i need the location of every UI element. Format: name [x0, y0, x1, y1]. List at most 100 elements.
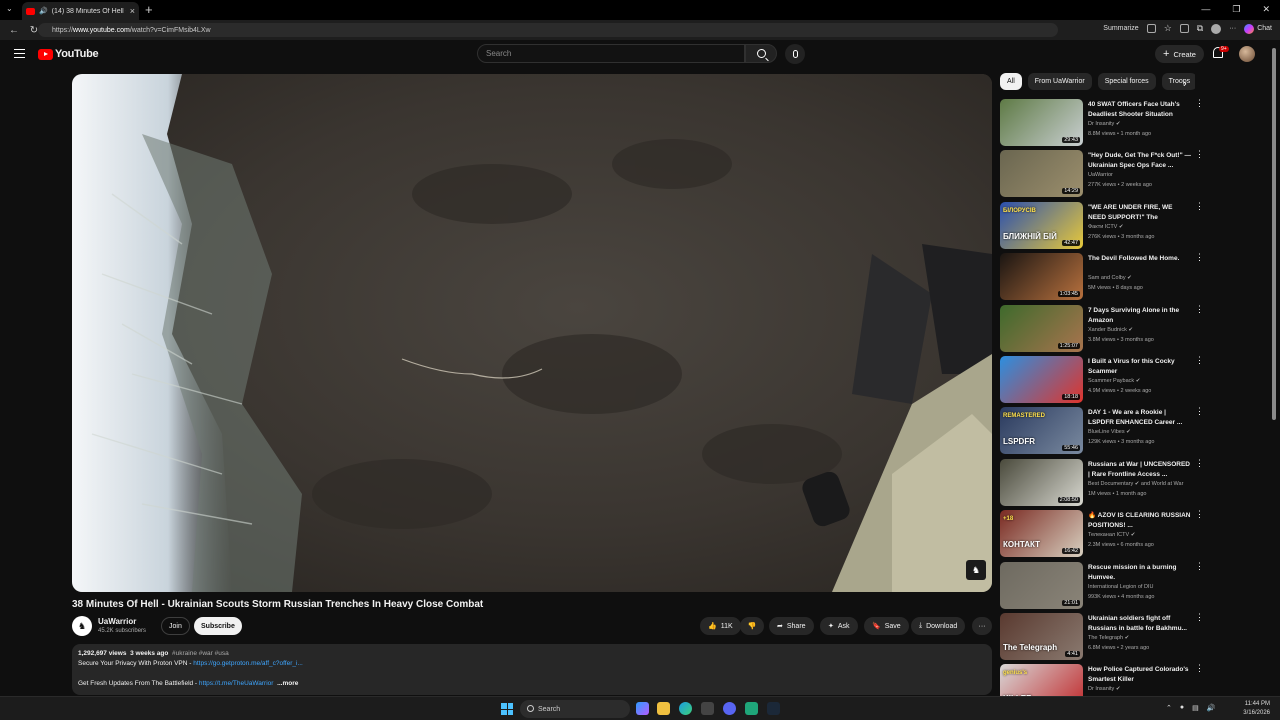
voice-search-button[interactable] — [785, 44, 805, 64]
recommended-video-title[interactable]: I Built a Virus for this Cocky Scammer — [1088, 357, 1192, 377]
recommended-channel[interactable]: BlueLine Vibes ✔ — [1088, 429, 1131, 435]
video-thumbnail[interactable]: БЛИЖНІЙ БІЙ БІЛОРУСІВ 42:47 — [1000, 201, 1083, 249]
summarize-button[interactable]: Summarize — [1103, 25, 1138, 32]
recommended-channel[interactable]: The Telegraph ✔ — [1088, 635, 1129, 641]
download-button[interactable]: ⤓ Download — [911, 617, 966, 635]
account-avatar[interactable] — [1239, 46, 1255, 62]
copilot-chat-button[interactable]: Chat — [1244, 23, 1272, 34]
file-explorer-icon[interactable] — [657, 702, 670, 715]
recommended-video[interactable]: 29:43 40 SWAT Officers Face Utah's Deadli… — [1000, 99, 1210, 147]
more-vertical-icon[interactable]: ⋮ — [1195, 458, 1204, 467]
recommended-channel[interactable]: Dr Insanity ✔ — [1088, 121, 1120, 127]
speaker-icon[interactable]: 🔊 — [39, 7, 48, 15]
video-thumbnail[interactable]: 1:25:07 — [1000, 304, 1083, 352]
recommended-video[interactable]: The Telegraph 4:41 Ukrainian soldiers figh… — [1000, 613, 1210, 661]
taskbar-clock[interactable]: 11:44 PM 3/16/2026 — [1243, 700, 1270, 718]
recommended-video-title[interactable]: 7 Days Surviving Alone in the Amazon — [1088, 306, 1192, 326]
video-thumbnail[interactable]: 2:08:50 — [1000, 458, 1083, 506]
network-icon[interactable]: ▤ — [1192, 704, 1199, 712]
recommended-video-title[interactable]: DAY 1 - We are a Rookie | LSPDFR ENHANCE… — [1088, 408, 1192, 428]
volume-icon[interactable]: 🔊 — [1207, 704, 1216, 712]
browser-tab-active[interactable]: 🔊 (14) 38 Minutes Of Hell - Ukr × — [22, 2, 139, 20]
chip-troops[interactable]: Troops — [1161, 73, 1195, 90]
video-thumbnail[interactable]: LSPDFR REMASTERED 55:46 — [1000, 407, 1083, 455]
recommended-video[interactable]: 21:01 Rescue mission in a burning Humvee.… — [1000, 561, 1210, 610]
hashtags[interactable]: #ukraine #war #usa — [172, 650, 229, 657]
show-more-button[interactable]: ...more — [277, 680, 298, 687]
more-vertical-icon[interactable]: ⋮ — [1195, 407, 1204, 416]
recommended-video-title[interactable]: 40 SWAT Officers Face Utah's Deadliest S… — [1088, 100, 1192, 120]
recommended-video-title[interactable]: 🔥 AZOV IS CLEARING RUSSIAN POSITIONS! ..… — [1088, 511, 1192, 531]
chevron-right-icon[interactable]: › — [1183, 78, 1187, 90]
more-vertical-icon[interactable]: ⋮ — [1195, 304, 1204, 313]
more-vertical-icon[interactable]: ⋮ — [1195, 150, 1204, 159]
ask-button[interactable]: ✦ Ask — [820, 617, 858, 635]
recommended-video[interactable]: 2:08:50 Russians at War | UNCENSORED | Ra… — [1000, 458, 1210, 507]
address-bar[interactable]: https://www.youtube.com/watch?v=CimFMsib… — [38, 23, 1058, 37]
recommended-video[interactable]: 18:18 I Built a Virus for this Cocky Scam… — [1000, 356, 1210, 404]
recommended-video-title[interactable]: Russians at War | UNCENSORED | Rare Fron… — [1088, 460, 1192, 480]
like-button[interactable]: 👍 11K — [700, 617, 741, 635]
search-button[interactable] — [745, 44, 777, 63]
chip-special-forces[interactable]: Special forces — [1097, 73, 1156, 90]
recommended-video[interactable]: 1:25:07 7 Days Surviving Alone in the Ama… — [1000, 304, 1210, 353]
close-tab-icon[interactable]: × — [130, 6, 135, 16]
dislike-button[interactable]: 👎 — [740, 617, 764, 635]
youtube-logo[interactable]: YouTube — [38, 48, 99, 60]
chip-all[interactable]: All — [1000, 73, 1022, 90]
more-actions-button[interactable]: ··· — [972, 617, 992, 635]
search-input[interactable]: Search — [477, 44, 745, 63]
proton-link[interactable]: https://go.getproton.me/aff_c?offer_i... — [193, 660, 303, 667]
recommended-video-title[interactable]: The Devil Followed Me Home. — [1088, 254, 1192, 264]
recommended-video[interactable]: БЛИЖНІЙ БІЙ БІЛОРУСІВ 42:47 "WE ARE UNDER F… — [1000, 201, 1210, 250]
video-thumbnail[interactable]: 14:29 — [1000, 150, 1083, 198]
maximize-icon[interactable]: ❐ — [1232, 4, 1240, 15]
tray-overflow-icon[interactable]: ⌃ — [1166, 704, 1172, 712]
channel-avatar[interactable]: ♞ — [72, 616, 92, 636]
more-vertical-icon[interactable]: ⋮ — [1195, 99, 1204, 108]
more-vertical-icon[interactable]: ⋮ — [1195, 664, 1204, 673]
new-tab-icon[interactable]: + — [145, 2, 153, 17]
description-box[interactable]: 1,292,697 views 3 weeks ago #ukraine #wa… — [72, 644, 992, 695]
collections-icon[interactable]: ⧉ — [1197, 23, 1203, 34]
recommended-video-title[interactable]: "WE ARE UNDER FIRE, WE NEED SUPPORT!" Th… — [1088, 203, 1192, 223]
profile-icon[interactable] — [1211, 23, 1222, 34]
video-thumbnail[interactable]: 29:43 — [1000, 99, 1083, 146]
more-vertical-icon[interactable]: ⋮ — [1195, 613, 1204, 622]
taskbar-search[interactable]: Search — [520, 700, 630, 718]
more-menu-icon[interactable]: ··· — [1229, 25, 1236, 32]
more-vertical-icon[interactable]: ⋮ — [1195, 561, 1204, 570]
share-button[interactable]: ➦ Share — [769, 617, 814, 635]
recommended-video-title[interactable]: How Police Captured Colorado's Smartest … — [1088, 665, 1192, 685]
copilot-app-icon[interactable] — [636, 702, 649, 715]
start-windows-icon[interactable] — [501, 703, 513, 715]
more-vertical-icon[interactable]: ⋮ — [1195, 201, 1204, 210]
favorite-star-icon[interactable]: ☆ — [1164, 23, 1172, 34]
create-button[interactable]: + Create — [1155, 45, 1204, 63]
close-window-icon[interactable]: ✕ — [1262, 4, 1270, 15]
recommended-channel[interactable]: UaWarrior — [1088, 172, 1113, 178]
tray-app-icon[interactable]: ● — [1180, 704, 1184, 712]
recommended-video[interactable]: КОНТАКТ +18 16:42 🔥 AZOV IS CLEARING RUSSIA… — [1000, 510, 1210, 558]
recommended-channel[interactable]: Xander Budnick ✔ — [1088, 327, 1133, 333]
recommended-channel[interactable]: International Legion of DIU — [1088, 584, 1153, 590]
video-thumbnail[interactable]: КОНТАКТ +18 16:42 — [1000, 510, 1083, 558]
video-thumbnail[interactable]: 21:01 — [1000, 561, 1083, 609]
recommended-channel[interactable]: Телеканал ICTV ✔ — [1088, 532, 1135, 538]
join-button[interactable]: Join — [161, 617, 190, 635]
telegram-link[interactable]: https://t.me/TheUaWarrior — [199, 680, 274, 687]
recommended-channel[interactable]: Sam and Colby ✔ — [1088, 275, 1132, 281]
store-icon[interactable] — [701, 702, 714, 715]
minimize-icon[interactable]: — — [1201, 4, 1210, 15]
recommended-video[interactable]: 14:29 "Hey Dude, Get The F*ck Out!" — Ukr… — [1000, 150, 1210, 198]
discord-icon[interactable] — [723, 702, 736, 715]
back-icon[interactable]: ← — [8, 25, 20, 36]
tab-list-chevron-icon[interactable]: ⌄ — [6, 4, 13, 13]
recommended-channel[interactable]: Scammer Payback ✔ — [1088, 378, 1140, 384]
scrollbar-thumb[interactable] — [1272, 48, 1276, 420]
recommended-video[interactable]: LSPDFR REMASTERED 55:46 DAY 1 - We are a Ro… — [1000, 407, 1210, 455]
hamburger-menu-icon[interactable] — [14, 49, 25, 58]
channel-name[interactable]: UaWarrior — [98, 617, 136, 626]
reader-icon[interactable] — [1146, 24, 1156, 33]
video-player[interactable]: ♞ — [72, 74, 992, 592]
